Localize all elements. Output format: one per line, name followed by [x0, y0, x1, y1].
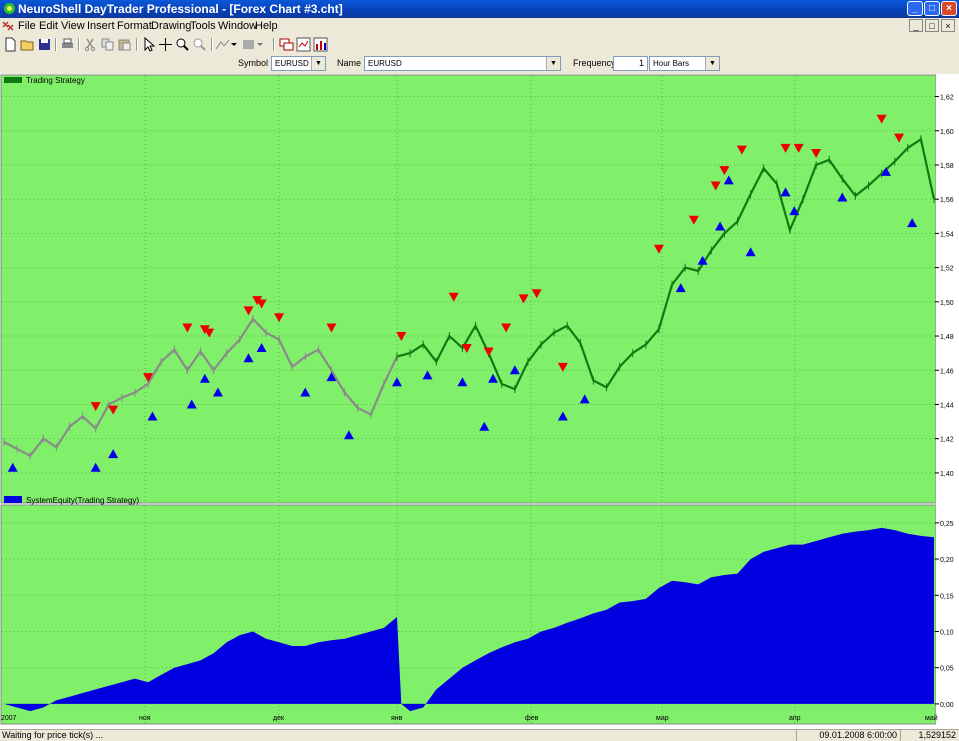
- x-tick-label: 2007: [1, 715, 17, 722]
- y-tick-label: 1,50: [940, 300, 954, 307]
- price-panel[interactable]: [0, 74, 937, 504]
- mdi-restore-button[interactable]: □: [925, 19, 939, 32]
- name-label: Name: [337, 58, 362, 68]
- name-value: EURUSD: [368, 59, 402, 68]
- chevron-down-icon[interactable]: ▼: [546, 57, 560, 70]
- frequency-unit-value: Hour Bars: [653, 59, 690, 68]
- symbol-value: EURUSD: [275, 59, 309, 68]
- y-tick-label: 1,58: [940, 163, 954, 170]
- chevron-down-icon[interactable]: ▼: [705, 57, 719, 70]
- status-datetime: 09.01.2008 6:00:00: [796, 730, 900, 741]
- chart-icon[interactable]: [313, 37, 328, 52]
- menu-help[interactable]: Help: [255, 20, 278, 32]
- x-tick-label: май: [925, 714, 938, 722]
- crosshair-icon[interactable]: [158, 37, 173, 52]
- color-tool-icon[interactable]: [241, 37, 256, 52]
- y-tick-label: 1,44: [940, 402, 954, 409]
- y-tick-label: 1,62: [940, 95, 954, 102]
- title-bar: NeuroShell DayTrader Professional - [For…: [0, 0, 959, 18]
- new-icon[interactable]: [3, 37, 18, 52]
- status-bar: Waiting for price tick(s) ... 09.01.2008…: [0, 729, 959, 741]
- frequency-input[interactable]: 1: [613, 56, 648, 71]
- zoom-in-icon[interactable]: [175, 37, 190, 52]
- open-icon[interactable]: [20, 37, 35, 52]
- menu-drawing[interactable]: Drawing: [151, 20, 191, 32]
- x-tick-label: апр: [789, 715, 801, 722]
- y-tick-label: 1,56: [940, 197, 954, 204]
- y-tick-label: 0,20: [940, 557, 954, 564]
- toolbar: [0, 35, 959, 55]
- cut-icon[interactable]: [83, 37, 98, 52]
- zoom-out-icon[interactable]: [192, 37, 207, 52]
- y-tick-label: 0,10: [940, 629, 954, 636]
- toolbar-separator: [55, 38, 57, 51]
- y-tick-label: 1,54: [940, 231, 954, 238]
- chevron-down-icon[interactable]: ▼: [311, 57, 325, 70]
- chart-canvas[interactable]: Trading Strategy SystemEquity(Trading St…: [0, 74, 959, 729]
- equity-legend-swatch: [4, 496, 22, 503]
- windows-icon[interactable]: [279, 37, 294, 52]
- menu-format[interactable]: Format: [117, 20, 152, 32]
- y-tick-label: 1,52: [940, 266, 954, 273]
- x-tick-label: мар: [656, 715, 669, 722]
- menu-file[interactable]: File: [18, 20, 36, 32]
- symbol-bar: Symbol EURUSD ▼ Name EURUSD ▼ Frequency …: [0, 54, 959, 75]
- menu-window[interactable]: Window: [218, 20, 257, 32]
- x-tick-label: дек: [273, 715, 285, 722]
- price-legend-swatch: [4, 77, 22, 83]
- x-tick-label: фев: [525, 715, 539, 722]
- y-tick-label: 1,48: [940, 334, 954, 341]
- window-title: NeuroShell DayTrader Professional - [For…: [18, 2, 343, 16]
- y-tick-label: 0,00: [940, 702, 954, 709]
- document-icon[interactable]: [2, 20, 14, 32]
- equity-legend: SystemEquity(Trading Strategy): [26, 496, 139, 505]
- toolbar-separator: [211, 38, 213, 51]
- chevron-down-icon[interactable]: [256, 37, 264, 52]
- toolbar-separator: [273, 38, 275, 51]
- menu-edit[interactable]: Edit: [39, 20, 58, 32]
- line-tool-icon[interactable]: [215, 37, 230, 52]
- menu-tools[interactable]: Tools: [190, 20, 216, 32]
- toolbar-separator: [78, 38, 80, 51]
- paste-icon[interactable]: [117, 37, 132, 52]
- y-tick-label: 0,05: [940, 666, 954, 673]
- symbol-label: Symbol: [238, 58, 269, 68]
- name-dropdown[interactable]: EURUSD ▼: [364, 56, 561, 71]
- frequency-label: Frequency: [573, 58, 616, 68]
- y-tick-label: 1,60: [940, 129, 954, 136]
- menu-view[interactable]: View: [61, 20, 85, 32]
- status-price: 1,529152: [900, 730, 959, 741]
- chart-window[interactable]: Trading Strategy SystemEquity(Trading St…: [0, 74, 959, 729]
- save-icon[interactable]: [37, 37, 52, 52]
- indicator-icon[interactable]: [296, 37, 311, 52]
- price-legend: Trading Strategy: [26, 76, 85, 85]
- print-icon[interactable]: [60, 37, 75, 52]
- close-button[interactable]: ×: [941, 1, 957, 16]
- frequency-unit-dropdown[interactable]: Hour Bars ▼: [649, 56, 720, 71]
- y-tick-label: 1,40: [940, 471, 954, 478]
- maximize-button[interactable]: □: [924, 1, 940, 16]
- toolbar-separator: [136, 38, 138, 51]
- mdi-close-button[interactable]: ×: [941, 19, 955, 32]
- copy-icon[interactable]: [100, 37, 115, 52]
- app-icon: [4, 3, 15, 14]
- status-message: Waiting for price tick(s) ...: [2, 730, 104, 740]
- x-tick-label: янв: [391, 715, 403, 722]
- y-tick-label: 1,46: [940, 368, 954, 375]
- equity-axis: [936, 505, 959, 724]
- symbol-dropdown[interactable]: EURUSD ▼: [271, 56, 326, 71]
- chevron-down-icon[interactable]: [230, 37, 238, 52]
- menu-insert[interactable]: Insert: [87, 20, 115, 32]
- x-tick-label: ноя: [139, 715, 151, 722]
- y-tick-label: 0,25: [940, 521, 954, 528]
- pointer-icon[interactable]: [141, 37, 156, 52]
- mdi-minimize-button[interactable]: _: [909, 19, 923, 32]
- minimize-button[interactable]: _: [907, 1, 923, 16]
- y-tick-label: 1,42: [940, 437, 954, 444]
- menu-bar: File Edit View Insert Format Drawing Too…: [0, 18, 959, 35]
- y-tick-label: 0,15: [940, 593, 954, 600]
